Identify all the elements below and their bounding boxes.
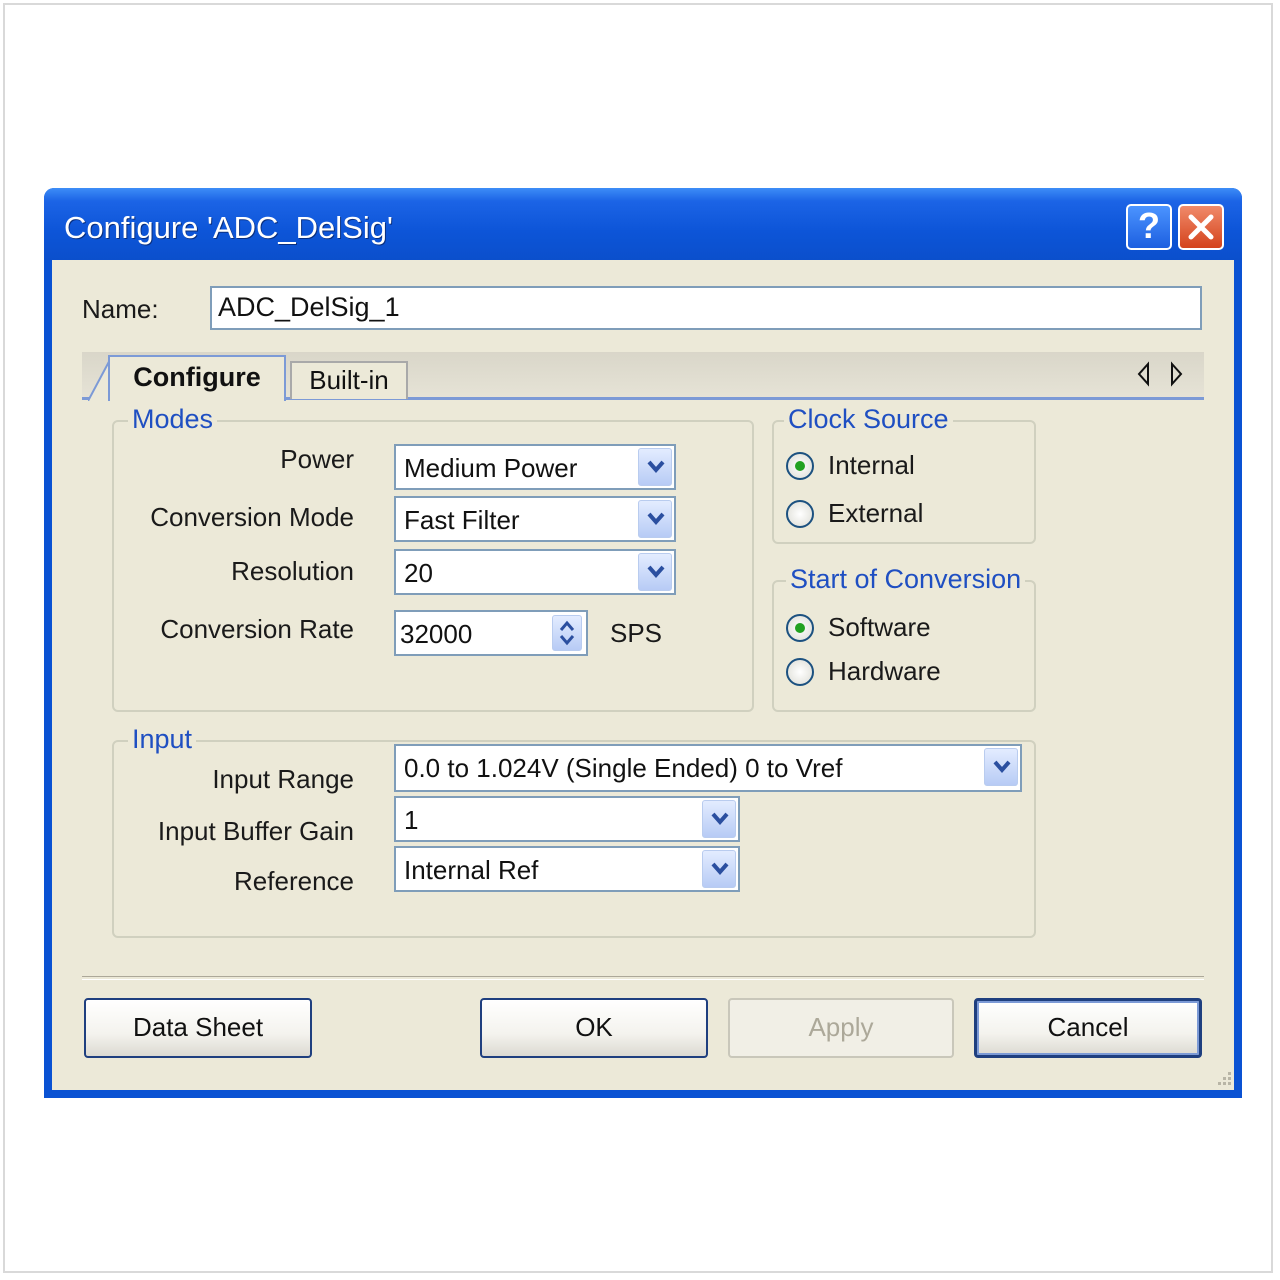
- chevron-down-icon: [647, 460, 665, 474]
- input-range-label: Input Range: [212, 764, 354, 794]
- chevron-down-icon: [993, 760, 1011, 774]
- resize-grip-icon[interactable]: [1214, 1070, 1232, 1088]
- name-input[interactable]: ADC_DelSig_1: [210, 286, 1202, 330]
- spin-up-down-icon: [559, 620, 575, 646]
- radio-selected-dot: [795, 461, 805, 471]
- conversion-rate-label: Conversion Rate: [160, 614, 354, 644]
- input-buffer-gain-value: 1: [404, 805, 419, 835]
- tab-configure-label: Configure: [133, 362, 261, 392]
- clock-source-group-title: Clock Source: [784, 404, 953, 435]
- radio-external-label: External: [828, 498, 924, 528]
- conversion-mode-value: Fast Filter: [404, 505, 520, 535]
- reference-combo[interactable]: Internal Ref: [394, 846, 740, 892]
- input-buffer-gain-label: Input Buffer Gain: [157, 816, 354, 846]
- chevron-down-icon: [647, 565, 665, 579]
- power-combo[interactable]: Medium Power: [394, 444, 676, 490]
- power-label: Power: [280, 444, 354, 474]
- resolution-value: 20: [404, 558, 433, 588]
- radio-internal-label: Internal: [828, 450, 915, 480]
- chevron-down-icon: [711, 812, 729, 826]
- reference-dropdown-button[interactable]: [702, 850, 736, 888]
- question-mark-icon: ?: [1138, 205, 1160, 246]
- input-buffer-gain-dropdown-button[interactable]: [702, 800, 736, 838]
- dialog-body: Name: ADC_DelSig_1 Configure Built-in Mo…: [52, 260, 1234, 1090]
- tab-built-in-label: Built-in: [309, 365, 389, 395]
- resolution-label: Resolution: [231, 556, 354, 586]
- radio-software[interactable]: [786, 614, 814, 642]
- cancel-button[interactable]: Cancel: [974, 998, 1202, 1058]
- conversion-rate-spin-buttons[interactable]: [552, 615, 582, 651]
- resolution-dropdown-button[interactable]: [638, 553, 672, 591]
- radio-hardware-label: Hardware: [828, 656, 941, 686]
- reference-label: Reference: [234, 866, 354, 896]
- input-range-value: 0.0 to 1.024V (Single Ended) 0 to Vref: [404, 753, 843, 783]
- modes-group-title: Modes: [128, 404, 218, 435]
- chevron-down-icon: [647, 512, 665, 526]
- configure-dialog: Configure 'ADC_DelSig' ? Name: ADC_DelSi…: [44, 188, 1242, 1098]
- name-label: Name:: [82, 294, 159, 324]
- chevron-down-icon: [711, 862, 729, 876]
- close-icon: [1188, 214, 1214, 240]
- conversion-mode-combo[interactable]: Fast Filter: [394, 496, 676, 542]
- start-of-conversion-group: [772, 580, 1036, 712]
- input-range-dropdown-button[interactable]: [984, 748, 1018, 786]
- window-title: Configure 'ADC_DelSig': [64, 210, 393, 245]
- resolution-combo[interactable]: 20: [394, 549, 676, 595]
- tab-scroll-right-icon[interactable]: [1166, 360, 1186, 388]
- power-dropdown-button[interactable]: [638, 448, 672, 486]
- tab-scroll-left-icon[interactable]: [1134, 360, 1154, 388]
- radio-external[interactable]: [786, 500, 814, 528]
- input-group-title: Input: [128, 724, 197, 755]
- ok-button[interactable]: OK: [480, 998, 708, 1058]
- help-button[interactable]: ?: [1126, 204, 1172, 250]
- radio-software-label: Software: [828, 612, 931, 642]
- power-value: Medium Power: [404, 453, 578, 483]
- close-button[interactable]: [1178, 204, 1224, 250]
- conversion-rate-value: 32000: [400, 619, 473, 649]
- radio-selected-dot: [795, 623, 805, 633]
- conversion-rate-unit: SPS: [610, 618, 663, 648]
- start-of-conversion-group-title: Start of Conversion: [786, 564, 1026, 595]
- radio-internal[interactable]: [786, 452, 814, 480]
- tab-built-in[interactable]: Built-in: [290, 361, 408, 399]
- reference-value: Internal Ref: [404, 855, 539, 885]
- conversion-mode-dropdown-button[interactable]: [638, 500, 672, 538]
- apply-button[interactable]: Apply: [728, 998, 954, 1058]
- name-value: ADC_DelSig_1: [218, 292, 400, 322]
- input-range-combo[interactable]: 0.0 to 1.024V (Single Ended) 0 to Vref: [394, 744, 1022, 792]
- title-bar[interactable]: Configure 'ADC_DelSig' ?: [44, 188, 1242, 260]
- conversion-rate-spinbox[interactable]: 32000: [394, 610, 588, 656]
- radio-hardware[interactable]: [786, 658, 814, 686]
- tab-configure[interactable]: Configure: [108, 355, 286, 401]
- input-buffer-gain-combo[interactable]: 1: [394, 796, 740, 842]
- button-separator: [82, 976, 1204, 980]
- data-sheet-button[interactable]: Data Sheet: [84, 998, 312, 1058]
- conversion-mode-label: Conversion Mode: [150, 502, 354, 532]
